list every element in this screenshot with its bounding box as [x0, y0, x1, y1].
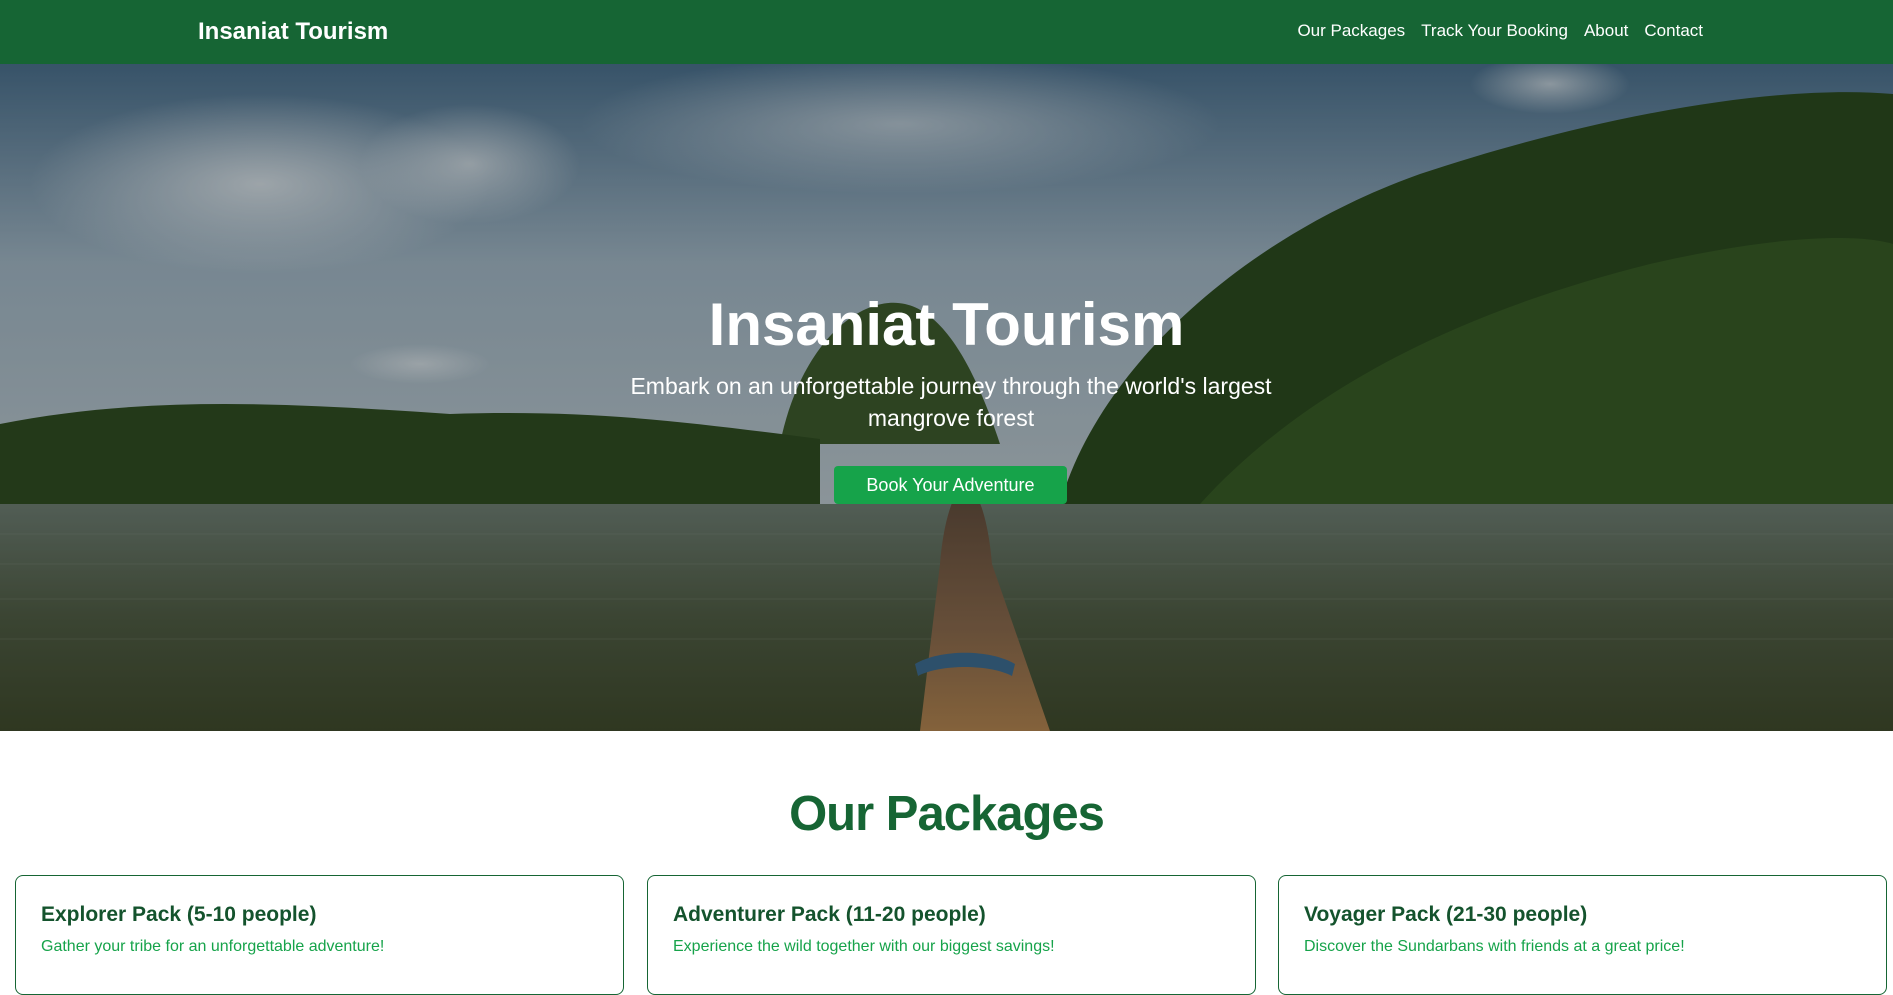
- package-title: Explorer Pack (5-10 people): [41, 903, 317, 926]
- hero-subtitle: Embark on an unforgettable journey throu…: [630, 373, 1272, 431]
- book-adventure-button[interactable]: Book Your Adventure: [834, 466, 1067, 504]
- package-description: Experience the wild together with our bi…: [673, 938, 1055, 955]
- package-card-explorer[interactable]: Explorer Pack (5-10 people) Gather your …: [15, 875, 624, 995]
- package-description: Discover the Sundarbans with friends at …: [1304, 938, 1685, 955]
- nav-link-about[interactable]: About: [1584, 21, 1628, 41]
- top-navbar: Insaniat Tourism Our Packages Track Your…: [0, 0, 1893, 64]
- hero-section: Insaniat Tourism Embark on an unforgetta…: [0, 64, 1893, 731]
- package-card-voyager[interactable]: Voyager Pack (21-30 people) Discover the…: [1278, 875, 1887, 995]
- nav-link-packages[interactable]: Our Packages: [1297, 21, 1405, 41]
- brand-logo-text[interactable]: Insaniat Tourism: [198, 18, 388, 46]
- nav-link-contact[interactable]: Contact: [1644, 21, 1703, 41]
- package-title: Voyager Pack (21-30 people): [1304, 903, 1588, 926]
- nav-links: Our Packages Track Your Booking About Co…: [1297, 21, 1703, 41]
- package-title: Adventurer Pack (11-20 people): [673, 903, 986, 926]
- packages-heading: Our Packages: [789, 787, 1105, 841]
- nav-link-track-booking[interactable]: Track Your Booking: [1421, 21, 1568, 41]
- package-description: Gather your tribe for an unforgettable a…: [41, 938, 385, 955]
- hero-title: Insaniat Tourism: [708, 291, 1185, 358]
- package-card-adventurer[interactable]: Adventurer Pack (11-20 people) Experienc…: [647, 875, 1256, 995]
- hero-content: Insaniat Tourism Embark on an unforgetta…: [0, 64, 1893, 731]
